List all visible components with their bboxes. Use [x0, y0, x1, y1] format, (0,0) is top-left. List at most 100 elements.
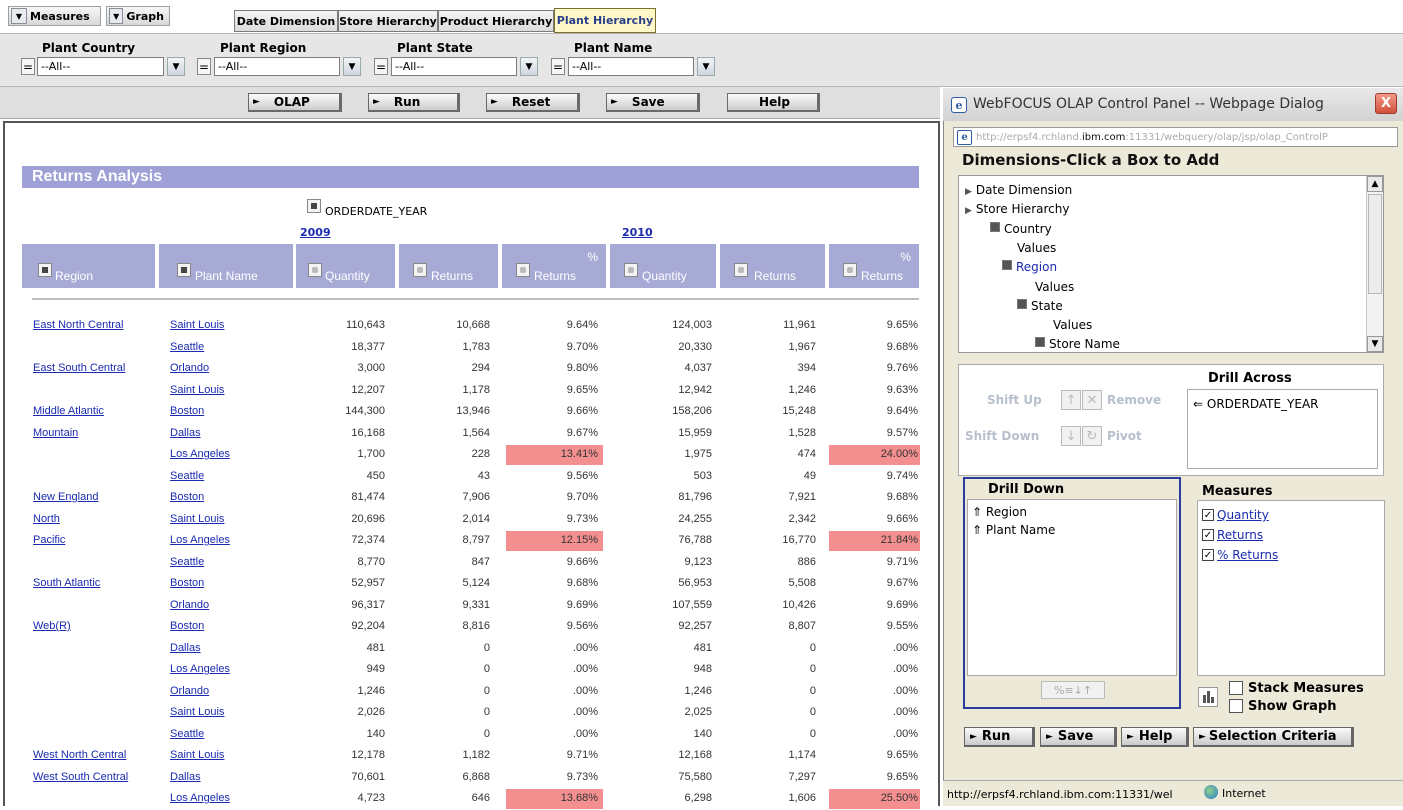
- plant-name-link[interactable]: Saint Louis: [170, 384, 224, 396]
- plant-name-link[interactable]: Boston: [170, 405, 204, 417]
- remove-x-icon[interactable]: ✕: [1082, 390, 1102, 410]
- checkbox-checked-icon[interactable]: ✓: [1202, 509, 1214, 521]
- column-header-quantity-2010[interactable]: Quantity: [610, 244, 716, 288]
- dimension-box-icon[interactable]: [1017, 298, 1027, 309]
- dimension-box-icon[interactable]: [1002, 260, 1012, 271]
- checkbox-checked-icon[interactable]: ✓: [1202, 549, 1214, 561]
- filter-operator[interactable]: =: [197, 58, 211, 75]
- sort-icon[interactable]: [734, 263, 748, 277]
- plant-name-link[interactable]: Saint Louis: [170, 749, 224, 761]
- reset-button[interactable]: ► Reset: [486, 93, 580, 112]
- region-link[interactable]: West North Central: [33, 749, 126, 761]
- chevron-down-icon[interactable]: ▼: [167, 57, 185, 76]
- expand-triangle-icon[interactable]: ▶: [965, 187, 972, 197]
- across-toggle-icon[interactable]: [307, 199, 321, 213]
- expand-triangle-icon[interactable]: ▶: [965, 206, 972, 216]
- tree-node[interactable]: Region: [1002, 260, 1057, 274]
- dialog-save-button[interactable]: ► Save: [1040, 727, 1117, 747]
- column-header-pct-returns-2009[interactable]: % Returns: [502, 244, 606, 288]
- measure-item-returns[interactable]: ✓ Returns: [1202, 528, 1263, 542]
- plant-country-select[interactable]: --All--: [37, 57, 164, 76]
- dimension-box-icon[interactable]: [1035, 337, 1045, 348]
- chevron-down-icon[interactable]: ▼: [343, 57, 361, 76]
- help-button[interactable]: Help: [727, 93, 820, 112]
- show-graph-checkbox[interactable]: [1229, 699, 1243, 713]
- dialog-run-button[interactable]: ► Run: [964, 727, 1035, 747]
- region-link[interactable]: Middle Atlantic: [33, 405, 104, 417]
- tree-node[interactable]: ▶ Store Hierarchy: [965, 202, 1069, 216]
- plant-name-link[interactable]: Los Angeles: [170, 792, 230, 804]
- checkbox-checked-icon[interactable]: ✓: [1202, 529, 1214, 541]
- dimension-box-icon[interactable]: [990, 221, 1000, 232]
- filter-operator[interactable]: =: [374, 58, 388, 75]
- region-link[interactable]: East North Central: [33, 319, 123, 331]
- region-link[interactable]: Web(R): [33, 620, 71, 632]
- measure-item-quantity[interactable]: ✓ Quantity: [1202, 508, 1269, 522]
- measure-item-pct-returns[interactable]: ✓% Returns: [1202, 548, 1278, 562]
- column-header-returns-2010[interactable]: Returns: [720, 244, 825, 288]
- scroll-down-icon[interactable]: ▼: [1367, 336, 1383, 352]
- dialog-help-button[interactable]: ► Help: [1121, 727, 1189, 747]
- sort-measures-button[interactable]: %≡↓↑: [1041, 681, 1105, 699]
- chevron-down-icon[interactable]: ▼: [697, 57, 715, 76]
- filter-operator[interactable]: =: [21, 58, 35, 75]
- region-link[interactable]: Mountain: [33, 427, 78, 439]
- graph-icon[interactable]: [1198, 687, 1218, 707]
- measures-menu-button[interactable]: ▼ Measures: [8, 6, 101, 26]
- plant-name-link[interactable]: Boston: [170, 491, 204, 503]
- plant-name-link[interactable]: Orlando: [170, 685, 209, 697]
- plant-name-link[interactable]: Seattle: [170, 341, 204, 353]
- sort-icon[interactable]: [308, 263, 322, 277]
- stack-measures-checkbox[interactable]: [1229, 681, 1243, 695]
- measure-label[interactable]: % Returns: [1217, 548, 1278, 562]
- sort-icon[interactable]: [413, 263, 427, 277]
- region-link[interactable]: New England: [33, 491, 98, 503]
- close-icon[interactable]: X: [1375, 93, 1397, 114]
- tree-node[interactable]: Values: [1053, 318, 1092, 332]
- sort-icon[interactable]: [843, 263, 857, 277]
- drill-across-item[interactable]: ⇐ ORDERDATE_YEAR: [1193, 397, 1319, 411]
- tree-node[interactable]: State: [1017, 298, 1063, 313]
- tree-scrollbar[interactable]: ▲ ▼: [1366, 176, 1383, 352]
- pivot-icon[interactable]: ↻: [1082, 426, 1102, 446]
- region-link[interactable]: North: [33, 513, 60, 525]
- run-button[interactable]: ► Run: [368, 93, 460, 112]
- scroll-up-icon[interactable]: ▲: [1367, 176, 1383, 192]
- shift-down-arrow-icon[interactable]: ↓: [1061, 426, 1081, 446]
- region-link[interactable]: East South Central: [33, 362, 125, 374]
- plant-state-select[interactable]: --All--: [391, 57, 517, 76]
- tab-product-hierarchy[interactable]: Product Hierarchy: [438, 10, 554, 32]
- shift-up-arrow-icon[interactable]: ↑: [1061, 390, 1081, 410]
- plant-name-link[interactable]: Los Angeles: [170, 534, 230, 546]
- tab-date-dimension[interactable]: Date Dimension: [234, 10, 338, 32]
- tree-node[interactable]: Values: [1035, 280, 1074, 294]
- sort-icon[interactable]: [624, 263, 638, 277]
- tree-node[interactable]: Store Name: [1035, 337, 1120, 351]
- olap-button[interactable]: ► OLAP: [248, 93, 342, 112]
- tab-store-hierarchy[interactable]: Store Hierarchy: [338, 10, 438, 32]
- region-link[interactable]: West South Central: [33, 771, 128, 783]
- graph-menu-button[interactable]: ▼ Graph: [106, 6, 170, 26]
- selection-criteria-button[interactable]: ► Selection Criteria: [1193, 727, 1354, 747]
- filter-operator[interactable]: =: [551, 58, 565, 75]
- plant-name-link[interactable]: Saint Louis: [170, 513, 224, 525]
- plant-name-link[interactable]: Seattle: [170, 556, 204, 568]
- tab-plant-hierarchy[interactable]: Plant Hierarchy: [554, 8, 656, 33]
- plant-name-link[interactable]: Boston: [170, 577, 204, 589]
- plant-name-link[interactable]: Seattle: [170, 728, 204, 740]
- plant-region-select[interactable]: --All--: [214, 57, 340, 76]
- drill-down-item-region[interactable]: ⇑ Region: [972, 505, 1027, 519]
- chevron-down-icon[interactable]: ▼: [520, 57, 538, 76]
- plant-name-link[interactable]: Orlando: [170, 599, 209, 611]
- measure-label[interactable]: Returns: [1217, 528, 1263, 542]
- column-header-returns-2009[interactable]: Returns: [399, 244, 498, 288]
- plant-name-link[interactable]: Seattle: [170, 470, 204, 482]
- column-header-plant-name[interactable]: Plant Name: [159, 244, 293, 288]
- plant-name-link[interactable]: Orlando: [170, 362, 209, 374]
- region-link[interactable]: South Atlantic: [33, 577, 100, 589]
- save-button[interactable]: ► Save: [606, 93, 700, 112]
- tree-node[interactable]: Values: [1017, 241, 1056, 255]
- year-link-2009[interactable]: 2009: [300, 226, 331, 239]
- drill-toggle-icon[interactable]: [177, 263, 191, 277]
- column-header-pct-returns-2010[interactable]: % Returns: [829, 244, 919, 288]
